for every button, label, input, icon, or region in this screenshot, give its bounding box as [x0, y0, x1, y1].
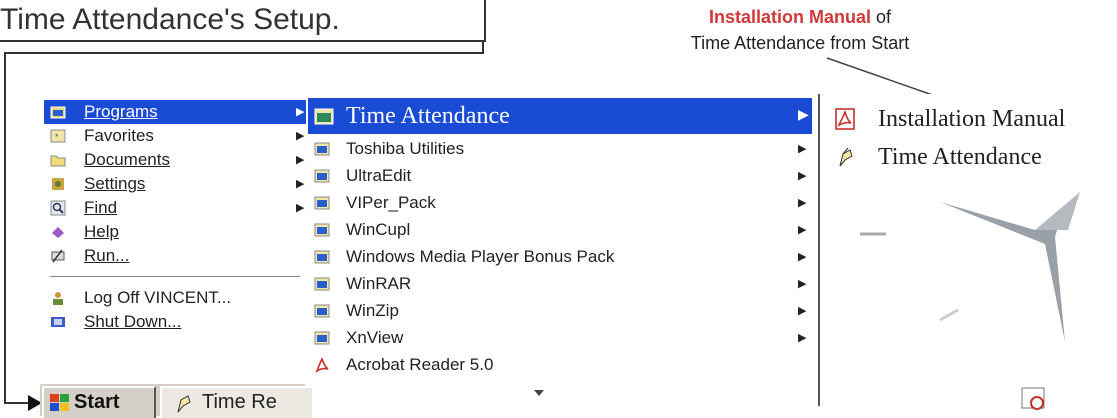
start-label: Start	[74, 391, 120, 413]
callout-text: Time Attendance's Setup.	[0, 3, 340, 36]
help-icon	[52, 227, 64, 238]
start-item-programs[interactable]: Programs ▶	[44, 100, 306, 124]
pdf-icon	[835, 108, 855, 130]
program-group-icon	[314, 250, 330, 264]
start-item-shutdown[interactable]: Shut Down...	[44, 310, 306, 334]
favorites-icon: *	[50, 129, 66, 143]
callout-connector	[4, 402, 30, 404]
program-group-icon	[314, 331, 330, 345]
chevron-right-icon: ▶	[798, 332, 807, 344]
program-group-icon	[314, 304, 330, 318]
windows-logo-icon	[50, 394, 69, 411]
programs-icon	[50, 106, 66, 119]
chevron-right-icon: ▶	[296, 202, 305, 214]
chevron-right-icon: ▶	[798, 143, 807, 155]
annotation: Installation Manual of Time Attendance f…	[630, 4, 970, 56]
chevron-right-icon: ▶	[296, 154, 305, 166]
annotation-highlight: Installation Manual	[708, 7, 871, 27]
chevron-right-icon: ▶	[296, 178, 305, 190]
chevron-right-icon: ▶	[798, 197, 807, 209]
chevron-right-icon: ▶	[798, 108, 809, 123]
start-item-run[interactable]: Run...	[44, 244, 306, 268]
program-item-winrar[interactable]: WinRAR ▶	[308, 271, 812, 297]
callout-connector	[4, 52, 6, 404]
chevron-right-icon: ▶	[296, 130, 305, 142]
taskbar-button-time-attendance[interactable]: Time Re	[160, 386, 312, 418]
chevron-right-icon: ▶	[798, 170, 807, 182]
program-item-winzip[interactable]: WinZip ▶	[308, 298, 812, 324]
program-item-ultraedit[interactable]: UltraEdit ▶	[308, 163, 812, 189]
program-item-toshiba-utilities[interactable]: Toshiba Utilities ▶	[308, 136, 812, 162]
program-item-acrobat-reader[interactable]: Acrobat Reader 5.0	[308, 352, 812, 378]
chevron-right-icon: ▶	[798, 305, 807, 317]
start-item-settings[interactable]: Settings ▶	[44, 172, 306, 196]
start-item-documents[interactable]: Documents ▶	[44, 148, 306, 172]
settings-icon	[52, 178, 64, 190]
chevron-right-icon: ▶	[296, 106, 305, 118]
program-item-windows-media-player-bonus-pack[interactable]: Windows Media Player Bonus Pack ▶	[308, 244, 812, 270]
acrobat-icon	[315, 357, 329, 373]
taskbar-button-label: Time Re	[202, 391, 277, 413]
program-group-icon	[314, 108, 334, 125]
program-group-icon	[314, 196, 330, 210]
program-item-xnview[interactable]: XnView ▶	[308, 325, 812, 351]
time-attendance-menu: Installation Manual Time Attendance	[820, 94, 1117, 414]
shutdown-icon	[51, 317, 65, 327]
chevron-right-icon: ▶	[798, 278, 807, 290]
programs-menu: Time Attendance ▶ Toshiba Utilities ▶ Ul…	[308, 94, 820, 406]
annotation-of: of	[871, 7, 892, 27]
clock-hands-decoration	[860, 192, 1080, 342]
menu-separator	[50, 276, 300, 277]
callout-connector	[4, 52, 484, 54]
find-icon	[50, 200, 66, 216]
program-group-icon	[314, 277, 330, 291]
time-attendance-icon	[177, 395, 191, 413]
program-item-viper-pack[interactable]: VIPer_Pack ▶	[308, 190, 812, 216]
tray-clock-icon[interactable]	[1020, 386, 1048, 412]
start-button[interactable]: Start	[42, 386, 156, 418]
start-menu: Programs ▶ * Favorites ▶ Documents ▶ Set…	[44, 94, 306, 400]
start-item-favorites[interactable]: * Favorites ▶	[44, 124, 306, 148]
program-group-icon	[314, 169, 330, 183]
program-group-icon	[314, 142, 330, 156]
chevron-right-icon: ▶	[798, 224, 807, 236]
documents-icon	[50, 155, 66, 167]
program-group-icon	[314, 223, 330, 237]
program-item-time-attendance[interactable]: Time Attendance ▶	[308, 98, 812, 134]
start-item-help[interactable]: Help	[44, 220, 306, 244]
logoff-icon	[53, 292, 63, 305]
start-item-logoff[interactable]: Log Off VINCENT...	[44, 286, 306, 310]
program-item-wincupl[interactable]: WinCupl ▶	[308, 217, 812, 243]
time-attendance-icon	[839, 147, 853, 167]
chevron-down-icon[interactable]	[534, 390, 546, 398]
run-icon	[51, 249, 65, 263]
start-item-find[interactable]: Find ▶	[44, 196, 306, 220]
chevron-right-icon: ▶	[798, 251, 807, 263]
svg-text:*: *	[55, 132, 59, 142]
annotation-line2: Time Attendance from Start	[690, 33, 910, 53]
